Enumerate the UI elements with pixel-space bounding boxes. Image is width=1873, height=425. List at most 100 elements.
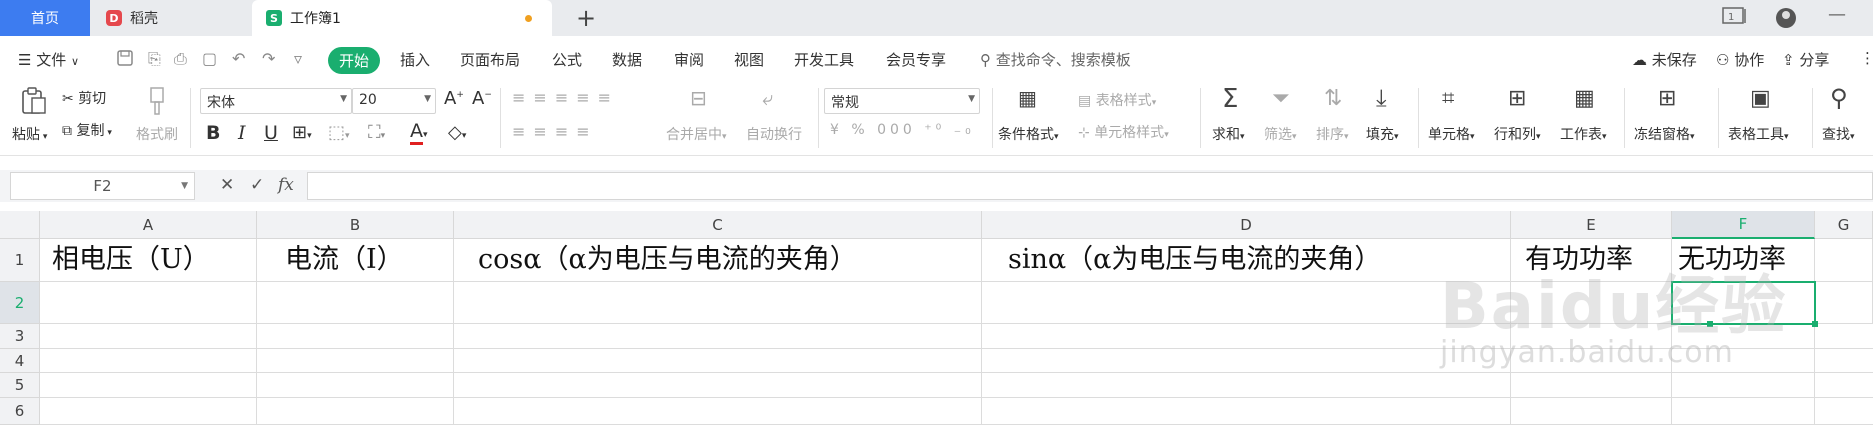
cell-d2[interactable]	[982, 282, 1511, 324]
row-5-cells[interactable]	[40, 373, 1873, 398]
unsaved-status[interactable]: ☁ 未保存	[1632, 49, 1697, 70]
tab-docer[interactable]: D 稻壳	[92, 0, 252, 36]
row-header-5[interactable]: 5	[0, 373, 40, 398]
font-name-select[interactable]: 宋体 ▼	[200, 88, 352, 114]
tab-home-ribbon[interactable]: 开始	[328, 47, 380, 74]
row-col-icon: ⊞	[1508, 86, 1527, 111]
filter-button[interactable]: 筛选▾	[1264, 124, 1297, 144]
freeze-panes-button[interactable]: 冻结窗格▾	[1634, 124, 1695, 144]
row-header-6[interactable]: 6	[0, 398, 40, 425]
row-header-3[interactable]: 3	[0, 324, 40, 349]
sort-button[interactable]: 排序▾	[1316, 124, 1349, 144]
merge-center-button[interactable]: 合并居中▾	[666, 124, 727, 144]
minimize-icon[interactable]: —	[1828, 4, 1846, 25]
cell-d1[interactable]: sinα（α为电压与电流的夹角）	[982, 239, 1511, 282]
formula-input[interactable]	[307, 172, 1873, 200]
cell-g2[interactable]	[1815, 282, 1873, 324]
align-vertical-icons[interactable]: ≡≡≡≡≡	[512, 88, 619, 107]
row-header-4[interactable]: 4	[0, 349, 40, 373]
command-search[interactable]: ⚲ 查找命令、搜索模板	[980, 49, 1131, 70]
row-header-2[interactable]: 2	[0, 282, 40, 324]
tab-member[interactable]: 会员专享	[886, 49, 946, 70]
conditional-format-button[interactable]: 条件格式▾	[998, 124, 1059, 144]
table-tools-button[interactable]: 表格工具▾	[1728, 124, 1789, 144]
collaborate-button[interactable]: ⚇ 协作	[1716, 49, 1764, 70]
worksheet-button[interactable]: 工作表▾	[1560, 124, 1607, 144]
cell-style-button[interactable]: ⊹ 单元格样式▾	[1078, 122, 1169, 142]
cell-b1[interactable]: 电流（I）	[257, 239, 454, 282]
docer-logo-icon: D	[106, 10, 122, 26]
bold-button[interactable]: B	[206, 122, 220, 144]
increase-font-icon[interactable]: A+	[444, 88, 464, 109]
row-6-cells[interactable]	[40, 398, 1873, 425]
redo-icon[interactable]: ↷	[262, 49, 275, 68]
row-header-1[interactable]: 1	[0, 239, 40, 282]
sum-button[interactable]: 求和▾	[1212, 124, 1245, 144]
tab-data[interactable]: 数据	[612, 49, 642, 70]
font-color-icon[interactable]: A▾	[410, 120, 428, 145]
decrease-font-icon[interactable]: A−	[472, 88, 492, 109]
share-button[interactable]: ⇪ 分享	[1782, 49, 1829, 70]
print-preview-icon[interactable]: ▢	[202, 49, 217, 68]
borders-icon[interactable]: ⊞▾	[292, 122, 312, 143]
paste-button[interactable]: 粘贴 ▾	[12, 124, 47, 144]
undo-icon[interactable]: ↶	[232, 49, 245, 68]
confirm-icon[interactable]: ✓	[250, 175, 264, 195]
format-painter-button[interactable]: 格式刷	[136, 124, 178, 144]
tab-workbook[interactable]: S 工作簿1	[252, 0, 552, 36]
save-icon[interactable]	[116, 49, 134, 71]
clear-format-icon[interactable]: ◇▾	[448, 122, 466, 143]
cell-a2[interactable]	[40, 282, 257, 324]
column-header-a[interactable]: A	[40, 211, 257, 239]
cell-c1[interactable]: cosα（α为电压与电流的夹角）	[454, 239, 982, 282]
cell-a1[interactable]: 相电压（U）	[40, 239, 257, 282]
column-header-g[interactable]: G	[1815, 211, 1873, 239]
more-down-icon[interactable]: ▿	[294, 49, 302, 68]
cell-b2[interactable]	[257, 282, 454, 324]
cell-g1[interactable]	[1815, 239, 1873, 282]
column-header-e[interactable]: E	[1511, 211, 1672, 239]
fill-handle[interactable]	[1812, 321, 1818, 327]
export-icon[interactable]: ⎘	[148, 49, 161, 69]
row-col-button[interactable]: 行和列▾	[1494, 124, 1541, 144]
cut-button[interactable]: ✂ 剪切	[62, 88, 106, 108]
print-icon[interactable]: ⎙	[174, 49, 187, 69]
tab-home[interactable]: 首页	[0, 0, 90, 36]
fill-button[interactable]: 填充▾	[1366, 124, 1399, 144]
tab-review[interactable]: 审阅	[674, 49, 704, 70]
font-size-select[interactable]: 20 ▼	[352, 88, 436, 114]
name-box[interactable]: F2 ▼	[10, 172, 195, 200]
column-header-c[interactable]: C	[454, 211, 982, 239]
table-style-button[interactable]: ▤ 表格样式▾	[1078, 90, 1156, 110]
select-all-corner[interactable]	[0, 211, 40, 239]
copy-button[interactable]: ⧉ 复制 ▾	[62, 120, 112, 140]
number-style-icons[interactable]: ¥ % 000 ⁺⁰ ₋₀	[830, 122, 975, 138]
fill-color-icon[interactable]: ⛶▾	[368, 122, 385, 143]
more-options-icon[interactable]: ⋮	[1860, 49, 1873, 67]
cell-button[interactable]: 单元格▾	[1428, 124, 1475, 144]
fx-icon[interactable]: fx	[278, 175, 294, 195]
unsaved-dot-icon	[525, 15, 532, 22]
file-menu[interactable]: ☰ 文件 ∨	[18, 49, 79, 70]
tab-page-layout[interactable]: 页面布局	[460, 49, 520, 70]
tab-developer[interactable]: 开发工具	[794, 49, 854, 70]
tab-insert[interactable]: 插入	[400, 49, 430, 70]
column-header-d[interactable]: D	[982, 211, 1511, 239]
number-format-select[interactable]: 常规 ▼	[824, 88, 980, 114]
cancel-icon[interactable]: ✕	[220, 175, 234, 195]
column-header-f[interactable]: F	[1672, 211, 1815, 239]
new-tab-button[interactable]: +	[576, 4, 596, 32]
underline-button[interactable]: U	[264, 122, 278, 144]
wrap-text-button[interactable]: 自动换行	[746, 124, 802, 144]
cell-fill-pattern-icon[interactable]: ⬚▾	[328, 122, 350, 143]
column-header-b[interactable]: B	[257, 211, 454, 239]
tab-view[interactable]: 视图	[734, 49, 764, 70]
tab-formulas[interactable]: 公式	[552, 49, 582, 70]
avatar[interactable]	[1772, 6, 1800, 34]
align-horizontal-icons[interactable]: ≡≡≡≡	[512, 122, 598, 141]
paste-icon[interactable]	[20, 86, 48, 122]
cell-c2[interactable]	[454, 282, 982, 324]
italic-button[interactable]: I	[238, 122, 246, 144]
find-button[interactable]: 查找▾	[1822, 124, 1855, 144]
window-layout-icon[interactable]: 1	[1722, 6, 1748, 30]
